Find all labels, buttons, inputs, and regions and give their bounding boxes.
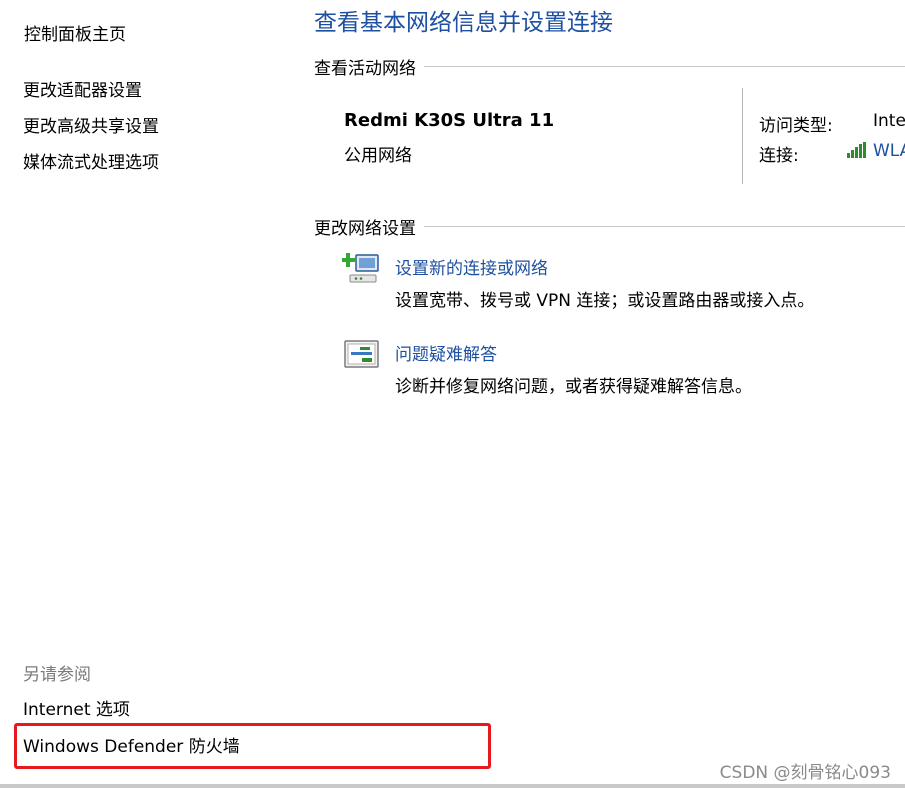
wifi-signal-icon: [847, 142, 866, 158]
troubleshoot-icon: [344, 340, 379, 368]
connection-label: 连接:: [759, 146, 799, 166]
active-networks-label: 查看活动网络: [314, 58, 416, 79]
media-streaming-options-link[interactable]: 媒体流式处理选项: [23, 148, 159, 173]
watermark: CSDN @刻骨铭心093: [719, 763, 891, 783]
page-title: 查看基本网络信息并设置连接: [314, 10, 613, 36]
see-also-heading: 另请参阅: [23, 665, 91, 685]
vertical-divider: [742, 88, 743, 184]
connection-wlan-link[interactable]: WLA: [873, 141, 905, 161]
internet-options-link[interactable]: Internet 选项: [23, 695, 130, 720]
troubleshoot-link[interactable]: 问题疑难解答: [395, 340, 497, 365]
change-advanced-sharing-link[interactable]: 更改高级共享设置: [23, 112, 159, 137]
control-panel-home-link[interactable]: 控制面板主页: [24, 20, 126, 45]
active-networks-header: 查看活动网络: [314, 54, 905, 79]
highlight-box: [14, 723, 491, 769]
network-type: 公用网络: [344, 146, 412, 166]
section-divider: [424, 225, 905, 227]
change-settings-label: 更改网络设置: [314, 218, 416, 239]
bottom-edge: [0, 784, 905, 788]
network-name: Redmi K30S Ultra 11: [344, 110, 555, 131]
troubleshoot-desc: 诊断并修复网络问题，或者获得疑难解答信息。: [395, 377, 752, 397]
access-type-label: 访问类型:: [759, 116, 833, 136]
change-adapter-settings-link[interactable]: 更改适配器设置: [23, 76, 142, 101]
change-settings-header: 更改网络设置: [314, 214, 905, 239]
section-divider: [424, 65, 905, 67]
setup-new-connection-link[interactable]: 设置新的连接或网络: [395, 254, 548, 279]
new-connection-icon: [342, 253, 379, 283]
setup-new-connection-desc: 设置宽带、拨号或 VPN 连接；或设置路由器或接入点。: [395, 291, 815, 311]
access-type-value: Inte: [873, 111, 905, 131]
